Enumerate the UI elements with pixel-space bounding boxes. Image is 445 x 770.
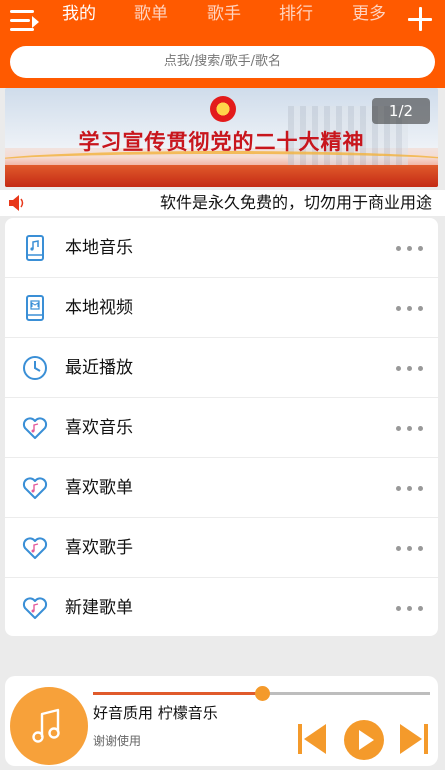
more-dots-icon[interactable] <box>396 600 426 616</box>
menu-item-new-playlist[interactable]: 新建歌单 <box>5 578 438 636</box>
progress-bar[interactable] <box>93 686 430 701</box>
more-dots-icon[interactable] <box>396 360 426 376</box>
banner-title: 学习宣传贯彻党的二十大精神 <box>78 129 365 154</box>
previous-icon[interactable] <box>296 722 330 756</box>
menu-item-liked-music[interactable]: 喜欢音乐 <box>5 398 438 458</box>
menu-item-label: 新建歌单 <box>65 598 133 618</box>
heart-music-icon <box>22 477 48 499</box>
phone-video-icon <box>26 295 44 321</box>
clock-icon <box>23 356 47 380</box>
search-input[interactable]: 点我/搜索/歌手/歌名 <box>10 46 435 78</box>
menu-item-liked-singers[interactable]: 喜欢歌手 <box>5 518 438 578</box>
notice-bar: 软件是永久免费的，切勿用于商业用途 <box>0 190 445 216</box>
tab-singers[interactable]: 歌手 <box>207 0 241 28</box>
add-icon[interactable] <box>407 6 433 32</box>
tab-playlists[interactable]: 歌单 <box>134 0 168 28</box>
menu-item-label: 喜欢歌手 <box>65 538 133 558</box>
more-dots-icon[interactable] <box>396 300 426 316</box>
heart-music-icon <box>22 417 48 439</box>
notice-text: 软件是永久免费的，切勿用于商业用途 <box>160 193 433 212</box>
menu-item-label: 最近播放 <box>65 358 133 378</box>
promo-banner[interactable]: 学习宣传贯彻党的二十大精神 1/2 <box>5 88 438 187</box>
menu-item-local-video[interactable]: 本地视频 <box>5 278 438 338</box>
menu-item-label: 本地视频 <box>65 298 133 318</box>
tab-charts[interactable]: 排行 <box>279 0 313 28</box>
menu-item-recent[interactable]: 最近播放 <box>5 338 438 398</box>
menu-list: 本地音乐 本地视频 最近播放 喜欢音乐 喜欢歌单 喜欢歌手 新建歌单 <box>5 218 438 636</box>
tab-my[interactable]: 我的 <box>62 0 96 28</box>
play-icon[interactable] <box>343 719 385 761</box>
banner-pager: 1/2 <box>372 98 430 124</box>
heart-music-icon <box>22 537 48 559</box>
song-title: 好音质用 柠檬音乐 <box>93 704 218 722</box>
album-cover[interactable] <box>10 687 88 765</box>
more-dots-icon[interactable] <box>396 540 426 556</box>
progress-knob[interactable] <box>254 686 270 701</box>
emblem-icon <box>210 96 236 122</box>
menu-item-local-music[interactable]: 本地音乐 <box>5 218 438 278</box>
music-note-icon <box>32 708 60 743</box>
menu-item-label: 喜欢歌单 <box>65 478 133 498</box>
heart-music-icon <box>22 597 48 619</box>
more-dots-icon[interactable] <box>396 240 426 256</box>
tab-more[interactable]: 更多 <box>352 0 386 28</box>
menu-item-label: 本地音乐 <box>65 238 133 258</box>
speaker-icon <box>9 195 24 211</box>
more-dots-icon[interactable] <box>396 420 426 436</box>
phone-music-icon <box>26 235 44 261</box>
next-icon[interactable] <box>396 722 430 756</box>
progress-fill <box>93 692 262 695</box>
top-bar: 我的 歌单 歌手 排行 更多 点我/搜索/歌手/歌名 <box>0 0 445 88</box>
song-artist: 谢谢使用 <box>93 734 142 748</box>
more-dots-icon[interactable] <box>396 480 426 496</box>
banner-red-band <box>5 165 438 187</box>
menu-item-label: 喜欢音乐 <box>65 418 133 438</box>
menu-item-liked-playlists[interactable]: 喜欢歌单 <box>5 458 438 518</box>
menu-icon[interactable] <box>10 10 39 34</box>
